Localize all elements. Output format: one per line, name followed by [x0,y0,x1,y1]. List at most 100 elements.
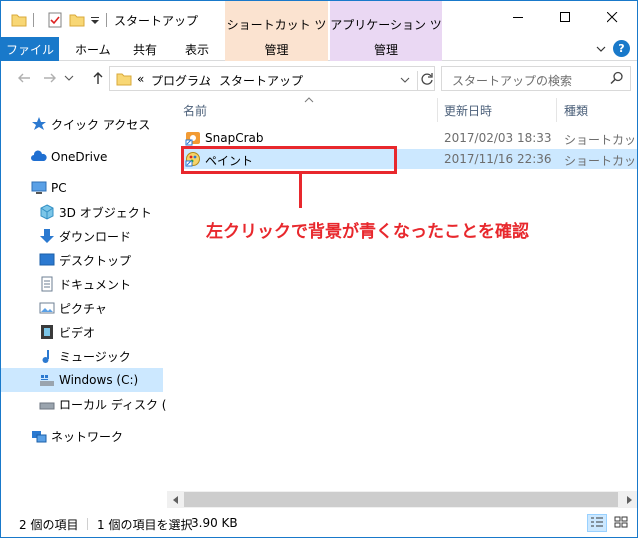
customize-toolbar-icon[interactable] [90,12,100,28]
search-input[interactable]: スタートアップの検索 [441,66,631,91]
refresh-icon[interactable] [417,71,434,90]
cube-icon [39,204,55,220]
nav-item-desktop[interactable]: デスクトップ [1,248,163,272]
address-row: « プログラム › スタートアップ スタートアップの検索 [1,62,637,96]
column-divider[interactable] [556,98,557,122]
address-dropdown-icon[interactable] [400,74,410,88]
tab-share[interactable]: 共有 [133,37,157,61]
nav-item-pc[interactable]: PC [1,176,163,200]
tab-home[interactable]: ホーム [75,37,111,61]
scrollbar-thumb[interactable] [184,492,618,507]
nav-item-videos[interactable]: ビデオ [1,320,163,344]
breadcrumb-overflow[interactable]: « [137,72,144,86]
chevron-down-icon [64,72,74,86]
up-arrow-icon [90,70,106,89]
nav-item-pictures[interactable]: ピクチャ [1,296,163,320]
minimize-icon [512,12,524,26]
shortcut-tools-group: ショートカット ツール [225,1,328,49]
snapcrab-app-icon [185,130,201,146]
nav-label: デスクトップ [59,253,132,268]
desktop-icon [39,252,55,268]
status-divider [87,518,88,530]
navigation-pane: クイック アクセス OneDrive PC 3D オブジェクト ダウンロード デ… [1,96,184,510]
drive-icon [39,396,55,412]
details-view-icon [590,516,604,531]
nav-label: ビデオ [59,325,96,340]
sort-ascending-icon [304,96,314,106]
nav-label: ピクチャ [59,301,107,316]
nav-item-downloads[interactable]: ダウンロード [1,224,163,248]
download-arrow-icon [39,228,55,244]
network-icon [31,428,47,444]
folder-icon [11,12,27,28]
breadcrumb-item-startup[interactable]: スタートアップ [219,72,303,89]
callout-line [299,174,302,208]
search-icon [610,71,624,88]
tab-manage-shortcut[interactable]: 管理 [225,37,328,61]
minimize-button[interactable] [495,1,541,37]
scroll-right-icon[interactable] [620,491,637,508]
file-type: ショートカット [564,133,638,147]
nav-item-local-disk-d[interactable]: ローカル ディスク (D:) [1,392,184,416]
column-header-name[interactable]: 名前 [183,102,207,119]
forward-button[interactable] [41,70,59,88]
window-title: スタートアップ [114,14,199,28]
file-row[interactable]: SnapCrab 2017/02/03 18:33 ショートカット [181,128,638,148]
music-note-icon [39,348,55,364]
title-bar: スタートアップ ショートカット ツール アプリケーション ツール [1,1,637,49]
horizontal-scrollbar[interactable] [167,491,637,508]
up-button[interactable] [89,70,107,88]
nav-label: ドキュメント [59,277,132,292]
chevron-down-icon[interactable] [596,43,606,57]
nav-label: PC [51,181,67,195]
column-divider[interactable] [437,98,438,122]
tab-manage-application[interactable]: 管理 [330,37,442,61]
nav-label: 3D オブジェクト [59,205,152,220]
column-header-modified[interactable]: 更新日時 [444,102,492,119]
nav-item-network[interactable]: ネットワーク [1,424,163,448]
large-icons-view-button[interactable] [611,514,631,532]
forward-arrow-icon [42,70,58,89]
column-header-type[interactable]: 種類 [564,102,588,119]
nav-item-quick-access[interactable]: クイック アクセス [1,112,163,136]
cloud-icon [31,149,47,165]
close-button[interactable] [589,1,635,37]
breadcrumb-item-programs[interactable]: プログラム [151,72,211,89]
status-size: 3.90 KB [191,516,238,530]
nav-label: ネットワーク [51,429,124,444]
recent-locations-button[interactable] [63,70,75,88]
back-arrow-icon [16,70,32,89]
nav-label: ダウンロード [59,229,132,244]
film-icon [39,324,55,340]
back-button[interactable] [15,70,33,88]
properties-icon[interactable] [47,12,63,28]
breadcrumb-separator[interactable]: › [206,72,211,86]
details-view-button[interactable] [587,514,607,532]
explorer-window: スタートアップ ショートカット ツール アプリケーション ツール ファイル ホー… [0,0,638,538]
computer-icon [31,180,47,196]
close-icon [606,11,618,26]
status-item-count: 2 個の項目 [19,518,79,532]
nav-label: OneDrive [51,150,108,164]
nav-item-onedrive[interactable]: OneDrive [1,145,163,169]
file-type: ショートカット [564,154,638,168]
address-bar[interactable]: « プログラム › スタートアップ [109,66,435,91]
nav-label: ミュージック [59,349,131,364]
nav-item-windows-c[interactable]: Windows (C:) [1,368,163,392]
status-selection: 1 個の項目を選択 [97,518,193,532]
tab-file[interactable]: ファイル [1,37,59,61]
scroll-left-icon[interactable] [167,491,184,508]
nav-item-music[interactable]: ミュージック [1,344,163,368]
new-folder-icon[interactable] [69,12,85,28]
nav-item-3d-objects[interactable]: 3D オブジェクト [1,200,163,224]
ribbon-tabs: ファイル ホーム 共有 表示 管理 管理 ? [1,37,637,61]
highlight-box [181,146,397,174]
maximize-icon [559,12,571,26]
tab-view[interactable]: 表示 [185,37,209,61]
nav-item-documents[interactable]: ドキュメント [1,272,163,296]
star-icon [31,116,47,132]
nav-label: Windows (C:) [59,373,139,387]
help-button[interactable]: ? [613,40,630,57]
application-tools-group: アプリケーション ツール [330,1,442,49]
maximize-button[interactable] [542,1,588,37]
